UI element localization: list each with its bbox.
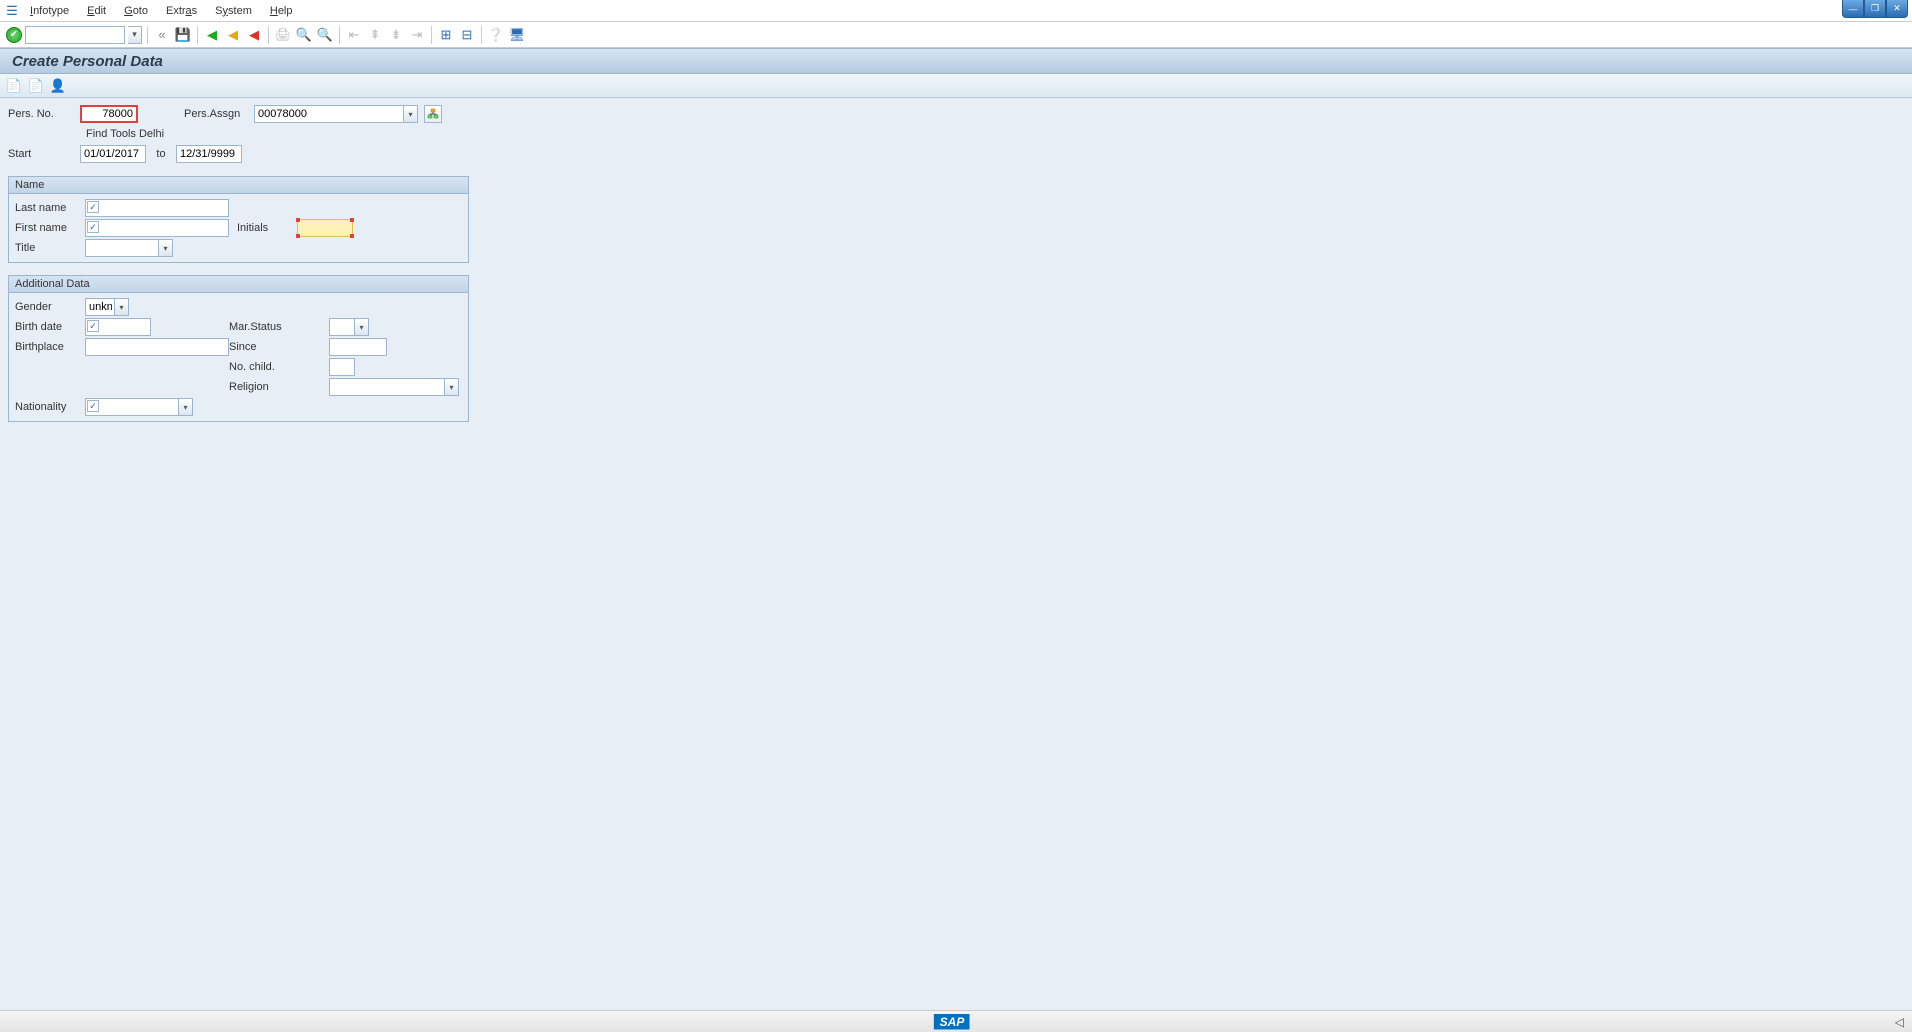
pers-assgn-input[interactable]: [254, 105, 418, 123]
sap-logo: SAP: [934, 1014, 979, 1030]
initials-input[interactable]: [297, 219, 353, 237]
close-button[interactable]: ✕: [1886, 0, 1908, 18]
end-date-input[interactable]: [176, 145, 242, 163]
additional-data-groupbox: Additional Data Gender ▾ Birth date ✓ Ma…: [8, 275, 469, 422]
since-label: Since: [229, 341, 329, 353]
pers-no-input[interactable]: [80, 105, 138, 123]
first-name-label: First name: [15, 222, 85, 234]
birth-date-label: Birth date: [15, 321, 85, 333]
title-label: Title: [15, 242, 85, 254]
first-name-input[interactable]: [85, 219, 229, 237]
last-name-input[interactable]: [85, 199, 229, 217]
menu-extras[interactable]: Extras: [158, 3, 205, 19]
prev-record-icon[interactable]: 📄: [6, 78, 22, 94]
help-icon[interactable]: ❔: [487, 26, 505, 44]
back-guillemet-icon[interactable]: «: [153, 26, 171, 44]
name-group-title: Name: [9, 177, 468, 194]
no-child-label: No. child.: [229, 361, 329, 373]
additional-group-title: Additional Data: [9, 276, 468, 293]
customize-layout-icon[interactable]: 🖥: [508, 26, 526, 44]
since-input[interactable]: [329, 338, 387, 356]
nationality-input[interactable]: [85, 398, 193, 416]
first-page-icon: ⇤: [345, 26, 363, 44]
status-indicator-icon[interactable]: ◁: [1895, 1015, 1904, 1029]
birthplace-label: Birthplace: [15, 341, 85, 353]
name-groupbox: Name Last name ✓ First name ✓ Initials T…: [8, 176, 469, 263]
birthplace-input[interactable]: [85, 338, 229, 356]
start-label: Start: [8, 148, 80, 160]
title-dropdown[interactable]: ▾: [158, 240, 172, 256]
find-next-icon: 🔍: [316, 26, 334, 44]
pers-no-label: Pers. No.: [8, 108, 80, 120]
back-icon[interactable]: ◀: [203, 26, 221, 44]
find-icon: 🔍: [295, 26, 313, 44]
pers-assgn-label: Pers.Assgn: [184, 108, 254, 120]
cancel-icon[interactable]: ◀: [245, 26, 263, 44]
status-bar: SAP ◁: [0, 1010, 1912, 1032]
birth-date-input[interactable]: [85, 318, 151, 336]
org-structure-button[interactable]: [424, 105, 442, 123]
new-session-icon[interactable]: ⊞: [437, 26, 455, 44]
window-controls: ― ❐ ✕: [1842, 0, 1908, 18]
gender-dropdown[interactable]: ▾: [114, 299, 128, 315]
mar-status-label: Mar.Status: [229, 321, 329, 333]
menu-help[interactable]: Help: [262, 3, 301, 19]
prev-page-icon: ⇞: [366, 26, 384, 44]
initials-label: Initials: [229, 222, 297, 234]
nationality-dropdown[interactable]: ▾: [178, 399, 192, 415]
exit-icon[interactable]: ◀: [224, 26, 242, 44]
generate-shortcut-icon[interactable]: ⊟: [458, 26, 476, 44]
last-name-label: Last name: [15, 202, 85, 214]
command-dropdown[interactable]: ▾: [128, 26, 142, 44]
maximize-button[interactable]: ❐: [1864, 0, 1886, 18]
no-child-input[interactable]: [329, 358, 355, 376]
minimize-button[interactable]: ―: [1842, 0, 1864, 18]
command-field[interactable]: [25, 26, 125, 44]
enter-button[interactable]: ✔: [6, 27, 22, 43]
content-area: Pers. No. Pers.Assgn ▾ Find Tools Delhi …: [0, 98, 1912, 1010]
print-icon: 🖨: [274, 26, 292, 44]
next-record-icon[interactable]: 📄: [28, 78, 44, 94]
gender-label: Gender: [15, 301, 85, 313]
menu-edit[interactable]: Edit: [79, 3, 114, 19]
religion-input[interactable]: [329, 378, 459, 396]
save-icon[interactable]: 💾: [174, 26, 192, 44]
next-page-icon: ⇟: [387, 26, 405, 44]
last-page-icon: ⇥: [408, 26, 426, 44]
religion-dropdown[interactable]: ▾: [444, 379, 458, 395]
standard-toolbar: ✔ ▾ « 💾 ◀ ◀ ◀ 🖨 🔍 🔍 ⇤ ⇞ ⇟ ⇥ ⊞ ⊟ ❔ 🖥: [0, 22, 1912, 48]
app-menu-icon[interactable]: ☰: [4, 3, 20, 19]
find-tools-text: Find Tools Delhi: [86, 128, 164, 140]
app-toolbar: 📄 📄 👤: [0, 74, 1912, 98]
start-date-input[interactable]: [80, 145, 146, 163]
pers-assgn-dropdown[interactable]: ▾: [403, 106, 417, 122]
menu-infotype[interactable]: Infotype: [22, 3, 77, 19]
page-title: Create Personal Data: [0, 48, 1912, 74]
mar-status-dropdown[interactable]: ▾: [354, 319, 368, 335]
to-label: to: [146, 148, 176, 160]
religion-label: Religion: [229, 381, 329, 393]
menu-system[interactable]: System: [207, 3, 260, 19]
menu-goto[interactable]: Goto: [116, 3, 156, 19]
org-assignment-icon[interactable]: 👤: [50, 78, 66, 94]
menu-bar: ☰ Infotype Edit Goto Extras System Help …: [0, 0, 1912, 22]
nationality-label: Nationality: [15, 401, 85, 413]
